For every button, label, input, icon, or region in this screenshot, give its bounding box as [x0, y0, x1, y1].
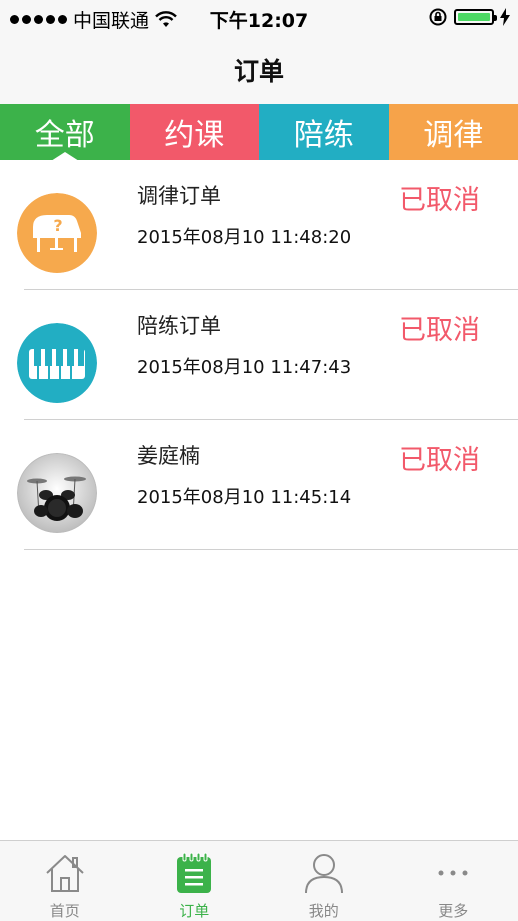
order-title: 调律订单 [137, 180, 221, 210]
tab-label: 约课 [164, 110, 224, 154]
order-title: 姜庭楠 [137, 440, 200, 470]
tab-tuning[interactable]: 调律 [389, 104, 518, 160]
tab-more[interactable]: 更多 [389, 841, 518, 921]
page-title: 订单 [0, 52, 518, 88]
tab-label: 调律 [423, 110, 483, 154]
tab-label: 陪练 [294, 110, 354, 154]
order-list: ? 调律订单 2015年08月10 11:48:20 已取消 陪练订单 [0, 160, 518, 550]
drum-kit-photo [17, 453, 97, 533]
tab-all[interactable]: 全部 [0, 104, 130, 160]
battery-icon [454, 9, 494, 25]
svg-text:?: ? [53, 216, 62, 235]
tab-label: 全部 [35, 110, 95, 154]
order-list-item[interactable]: ? 调律订单 2015年08月10 11:48:20 已取消 [0, 160, 518, 290]
tab-mine[interactable]: 我的 [259, 841, 389, 921]
order-status: 已取消 [399, 178, 480, 217]
piano-keys-icon [17, 323, 97, 403]
tab-lesson[interactable]: 约课 [130, 104, 260, 160]
tab-orders[interactable]: 订单 [130, 841, 260, 921]
order-time: 2015年08月10 11:48:20 [137, 223, 351, 249]
bottom-tab-bar: 首页 订单 我的 更多 [0, 840, 518, 921]
more-dots-icon [431, 851, 475, 895]
order-notepad-icon [172, 851, 216, 895]
tab-orders-label: 订单 [130, 900, 260, 921]
tab-practice[interactable]: 陪练 [259, 104, 389, 160]
order-time: 2015年08月10 11:47:43 [137, 353, 351, 379]
order-title: 陪练订单 [137, 310, 221, 340]
status-right [428, 7, 510, 27]
order-list-item[interactable]: 陪练订单 2015年08月10 11:47:43 已取消 [0, 290, 518, 420]
order-status: 已取消 [399, 308, 480, 347]
tab-more-label: 更多 [389, 900, 518, 921]
piano-question-icon: ? [17, 193, 97, 273]
navigation-bar: 订单 [0, 34, 518, 104]
order-time: 2015年08月10 11:45:14 [137, 483, 351, 509]
orientation-lock-icon [428, 7, 448, 27]
status-bar: 中国联通 下午12:07 [0, 0, 518, 34]
order-status: 已取消 [399, 438, 480, 477]
tab-mine-label: 我的 [259, 900, 389, 921]
home-icon [43, 851, 87, 895]
order-filter-tabs: 全部 约课 陪练 调律 [0, 104, 518, 160]
tab-home[interactable]: 首页 [0, 841, 130, 921]
charging-bolt-icon [500, 8, 510, 26]
person-icon [302, 851, 346, 895]
divider [24, 549, 518, 550]
tab-home-label: 首页 [0, 900, 130, 921]
order-list-item[interactable]: 姜庭楠 2015年08月10 11:45:14 已取消 [0, 420, 518, 550]
